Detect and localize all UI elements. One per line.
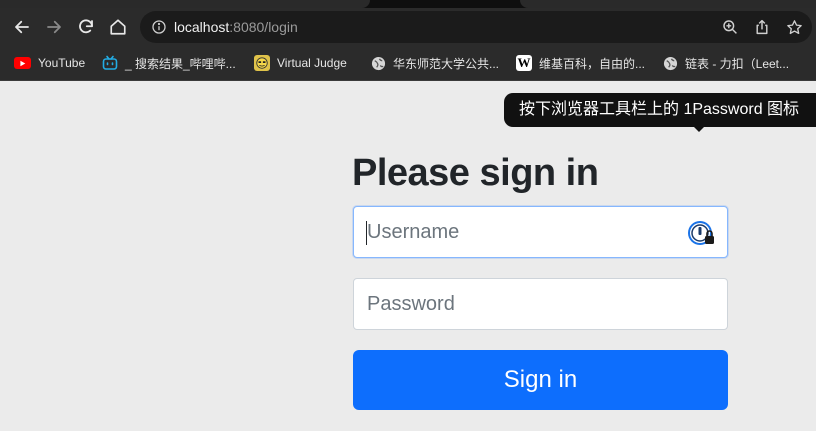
bookmark-leetcode[interactable]: 链表 - 力扣（Leet...: [662, 54, 789, 72]
globe-icon: [662, 55, 678, 71]
bookmark-bilibili[interactable]: _ 搜索结果_哔哩哔...: [102, 54, 236, 72]
forward-arrow-icon[interactable]: [42, 15, 66, 39]
bookmark-label: _ 搜索结果_哔哩哔...: [125, 56, 236, 71]
1password-tooltip: 按下浏览器工具栏上的 1Password 图标: [504, 93, 816, 127]
reload-icon[interactable]: [74, 15, 98, 39]
password-placeholder: Password: [367, 293, 455, 315]
bookmark-virtual-judge[interactable]: Virtual Judge: [254, 54, 347, 72]
bookmark-label: Virtual Judge: [277, 56, 347, 70]
zoom-icon[interactable]: [721, 18, 739, 36]
bookmark-label: YouTube: [38, 56, 86, 70]
username-placeholder: Username: [367, 221, 460, 243]
info-icon[interactable]: [150, 18, 168, 36]
bookmark-label: 华东师范大学公共...: [393, 56, 500, 71]
home-icon[interactable]: [106, 15, 130, 39]
url-text[interactable]: localhost:8080/login: [174, 19, 298, 35]
tab-strip: [0, 0, 816, 8]
browser-chrome: localhost:8080/login YouTube _ 搜索结果_哔哩哔.…: [0, 0, 816, 81]
virtual-judge-icon: [254, 55, 270, 71]
navigation-bar: localhost:8080/login: [0, 8, 816, 46]
globe-icon: [370, 55, 386, 71]
tab-right-edge[interactable]: [520, 0, 816, 8]
tooltip-arrow: [691, 124, 707, 132]
address-bar[interactable]: localhost:8080/login: [140, 11, 812, 43]
login-page: Please sign in Username Password Sign in: [0, 81, 816, 431]
back-arrow-icon[interactable]: [10, 15, 34, 39]
bilibili-icon: [102, 55, 118, 71]
page-title: Please sign in: [352, 152, 599, 194]
username-field[interactable]: Username: [353, 206, 728, 258]
share-icon[interactable]: [753, 18, 771, 36]
1password-icon[interactable]: [687, 219, 717, 247]
url-host: localhost: [174, 19, 230, 35]
bookmark-ecnu[interactable]: 华东师范大学公共...: [370, 54, 499, 72]
bookmark-label: 维基百科，自由的...: [539, 56, 646, 71]
password-field[interactable]: Password: [353, 278, 728, 330]
bookmarks-bar: YouTube _ 搜索结果_哔哩哔... Virtual Judge 华东师范…: [0, 46, 816, 81]
tab-left-edge[interactable]: [0, 0, 370, 8]
url-path: :8080/login: [229, 19, 298, 35]
wikipedia-icon: W: [516, 55, 532, 71]
star-icon[interactable]: [785, 18, 803, 36]
sign-in-button[interactable]: Sign in: [353, 350, 728, 410]
text-caret: [366, 221, 367, 245]
bookmark-youtube[interactable]: YouTube: [14, 54, 85, 72]
bookmark-label: 链表 - 力扣（Leet...: [685, 56, 790, 71]
bookmark-wikipedia[interactable]: W 维基百科，自由的...: [516, 54, 645, 72]
youtube-icon: [14, 57, 31, 69]
